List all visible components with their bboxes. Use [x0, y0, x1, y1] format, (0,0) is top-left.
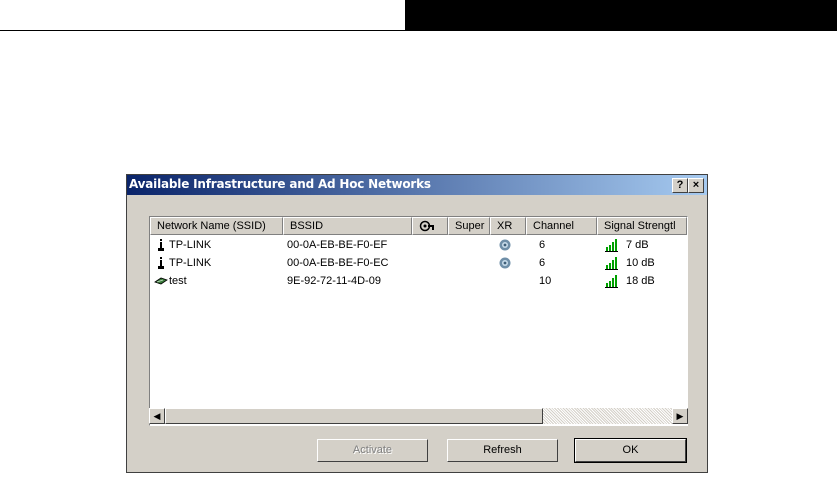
- signal-cell: 7 dB: [626, 239, 649, 251]
- channel-cell: 6: [539, 239, 546, 251]
- bssid-cell: 00-0A-EB-BE-F0-EC: [287, 257, 389, 269]
- signal-bars-icon: [605, 239, 618, 252]
- scroll-left-button[interactable]: ◀: [149, 408, 165, 424]
- column-header-super[interactable]: Super: [448, 217, 490, 235]
- scroll-thumb[interactable]: [165, 408, 543, 424]
- ssid-cell: TP-LINK: [169, 239, 212, 251]
- scroll-track[interactable]: [543, 408, 672, 424]
- ok-button[interactable]: OK: [574, 438, 687, 463]
- list-header: Network Name (SSID) BSSID Super XR Chann…: [150, 217, 687, 235]
- help-button[interactable]: ?: [672, 178, 688, 193]
- signal-cell: 10 dB: [626, 257, 655, 269]
- available-networks-dialog: Available Infrastructure and Ad Hoc Netw…: [126, 174, 708, 473]
- ssid-cell: test: [169, 275, 187, 287]
- list-item[interactable]: test 9E-92-72-11-4D-09 10 18 dB: [150, 273, 687, 289]
- signal-bars-icon: [605, 257, 618, 270]
- column-header-bssid[interactable]: BSSID: [283, 217, 412, 235]
- refresh-button[interactable]: Refresh: [447, 439, 558, 462]
- networks-list[interactable]: Network Name (SSID) BSSID Super XR Chann…: [149, 216, 688, 426]
- signal-bars-icon: [605, 275, 618, 288]
- signal-cell: 18 dB: [626, 275, 655, 287]
- scroll-right-button[interactable]: ▶: [672, 408, 688, 424]
- security-icon: [419, 220, 434, 232]
- column-header-signal[interactable]: Signal Strengtl: [597, 217, 687, 235]
- dialog-title: Available Infrastructure and Ad Hoc Netw…: [129, 177, 431, 191]
- activate-button[interactable]: Activate: [317, 439, 428, 462]
- bssid-cell: 00-0A-EB-BE-F0-EF: [287, 239, 388, 251]
- page-header-rule: [0, 30, 837, 31]
- xr-icon: [499, 239, 511, 251]
- dialog-titlebar[interactable]: Available Infrastructure and Ad Hoc Netw…: [127, 175, 707, 195]
- list-item[interactable]: TP-LINK 00-0A-EB-BE-F0-EF 6 7 dB: [150, 237, 687, 253]
- bssid-cell: 9E-92-72-11-4D-09: [287, 275, 381, 287]
- list-item[interactable]: TP-LINK 00-0A-EB-BE-F0-EC 6 10 dB: [150, 255, 687, 271]
- channel-cell: 10: [539, 275, 552, 287]
- channel-cell: 6: [539, 257, 546, 269]
- access-point-icon: [158, 257, 164, 269]
- access-point-icon: [158, 239, 164, 251]
- ssid-cell: TP-LINK: [169, 257, 212, 269]
- close-button[interactable]: ×: [688, 178, 704, 193]
- column-header-security[interactable]: [412, 217, 448, 235]
- column-header-xr[interactable]: XR: [490, 217, 526, 235]
- horizontal-scrollbar[interactable]: ◀ ▶: [149, 408, 688, 424]
- adhoc-icon: [154, 277, 168, 285]
- xr-icon: [499, 257, 511, 269]
- column-header-channel[interactable]: Channel: [526, 217, 597, 235]
- page-header-bar: [405, 0, 837, 30]
- column-header-ssid[interactable]: Network Name (SSID): [150, 217, 283, 235]
